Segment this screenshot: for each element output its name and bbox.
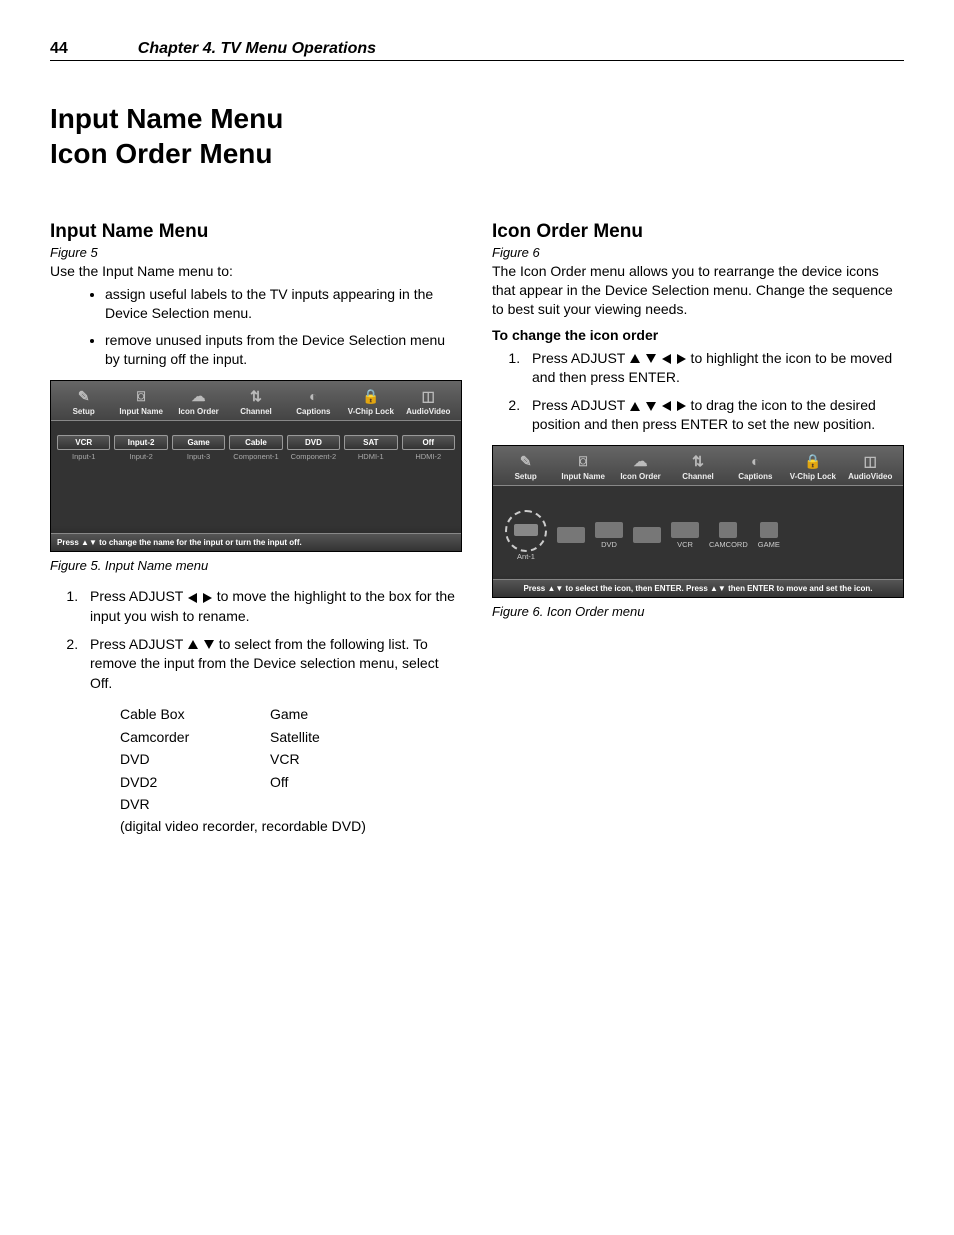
arrow-up-icon — [188, 640, 198, 649]
arrow-up-icon — [630, 354, 640, 363]
input-icon: ⌼ — [554, 452, 611, 470]
arrow-down-icon — [204, 640, 214, 649]
arrow-up-icon — [630, 402, 640, 411]
tab-icon-order: ☁Icon Order — [170, 387, 227, 416]
arrow-right-icon — [203, 593, 212, 603]
subheading: To change the icon order — [492, 327, 904, 343]
intro-text: Use the Input Name menu to: — [50, 262, 462, 281]
arrow-right-icon — [677, 401, 686, 411]
intro-text: The Icon Order menu allows you to rearra… — [492, 262, 904, 319]
channel-icon: ⇅ — [227, 387, 284, 405]
av-icon: ◫ — [842, 452, 899, 470]
tv-footer-text: Press ▲▼ to select the icon, then ENTER.… — [493, 579, 903, 597]
arrow-down-icon — [646, 402, 656, 411]
bullet-item: assign useful labels to the TV inputs ap… — [105, 285, 462, 323]
order-icon: ☁ — [612, 452, 669, 470]
av-icon: ◫ — [400, 387, 457, 405]
figure-ref: Figure 6 — [492, 245, 904, 260]
tab-channel: ⇅Channel — [227, 387, 284, 416]
tab-vchip: 🔒V-Chip Lock — [342, 387, 399, 416]
section-heading: Icon Order Menu — [492, 221, 904, 243]
arrow-left-icon — [188, 593, 197, 603]
step-1: Press ADJUST to highlight the icon to be… — [524, 349, 904, 388]
input-icon: ⌼ — [112, 387, 169, 405]
tv-footer-text: Press ▲▼ to change the name for the inpu… — [51, 533, 461, 551]
tab-icon-order: ☁Icon Order — [612, 452, 669, 481]
lock-icon: 🔒 — [784, 452, 841, 470]
selected-device: Ant-1 — [505, 510, 547, 561]
figure-ref: Figure 5 — [50, 245, 462, 260]
input-row-1: VCRInput-1 Input-2Input-2 GameInput-3 Ca… — [57, 435, 455, 461]
tab-audiovideo: ◫AudioVideo — [842, 452, 899, 481]
selection-ring-icon — [505, 510, 547, 552]
arrow-down-icon — [646, 354, 656, 363]
arrow-left-icon — [662, 401, 671, 411]
icon-order-row: Ant-1 DVD VCR CAMCORD GAME — [499, 500, 897, 571]
captions-icon: ◐ — [285, 387, 342, 405]
arrow-right-icon — [677, 354, 686, 364]
captions-icon: ◐ — [727, 452, 784, 470]
figure-caption: Figure 5. Input Name menu — [50, 558, 462, 573]
tab-channel: ⇅Channel — [669, 452, 726, 481]
channel-icon: ⇅ — [669, 452, 726, 470]
tab-setup: ✎Setup — [55, 387, 112, 416]
right-column: Icon Order Menu Figure 6 The Icon Order … — [492, 221, 904, 838]
title-line-2: Icon Order Menu — [50, 136, 904, 171]
order-icon: ☁ — [170, 387, 227, 405]
chapter-title: Chapter 4. TV Menu Operations — [138, 40, 376, 58]
page-header: 44 Chapter 4. TV Menu Operations — [50, 40, 904, 61]
tab-captions: ◐Captions — [727, 452, 784, 481]
figure-6-screenshot: ✎Setup ⌼Input Name ☁Icon Order ⇅Channel … — [492, 445, 904, 598]
arrow-left-icon — [662, 354, 671, 364]
tab-setup: ✎Setup — [497, 452, 554, 481]
title-line-1: Input Name Menu — [50, 101, 904, 136]
tab-input-name: ⌼Input Name — [112, 387, 169, 416]
step-2: Press ADJUST to select from the followin… — [82, 635, 462, 694]
page-number: 44 — [50, 40, 68, 58]
tab-audiovideo: ◫AudioVideo — [400, 387, 457, 416]
steps-list: Press ADJUST to move the highlight to th… — [50, 587, 462, 693]
tab-vchip: 🔒V-Chip Lock — [784, 452, 841, 481]
bullet-list: assign useful labels to the TV inputs ap… — [50, 285, 462, 369]
wrench-icon: ✎ — [55, 387, 112, 405]
lock-icon: 🔒 — [342, 387, 399, 405]
steps-list: Press ADJUST to highlight the icon to be… — [492, 349, 904, 435]
step-1: Press ADJUST to move the highlight to th… — [82, 587, 462, 626]
figure-caption: Figure 6. Icon Order menu — [492, 604, 904, 619]
main-title: Input Name Menu Icon Order Menu — [50, 101, 904, 171]
name-options-list: Cable BoxGame CamcorderSatellite DVDVCR … — [120, 703, 462, 837]
tab-input-name: ⌼Input Name — [554, 452, 611, 481]
step-2: Press ADJUST to drag the icon to the des… — [524, 396, 904, 435]
tv-menu-tabs: ✎Setup ⌼Input Name ☁Icon Order ⇅Channel … — [493, 446, 903, 486]
figure-5-screenshot: ✎Setup ⌼Input Name ☁Icon Order ⇅Channel … — [50, 380, 462, 552]
section-heading: Input Name Menu — [50, 221, 462, 243]
bullet-item: remove unused inputs from the Device Sel… — [105, 331, 462, 369]
tab-captions: ◐Captions — [285, 387, 342, 416]
tv-menu-tabs: ✎Setup ⌼Input Name ☁Icon Order ⇅Channel … — [51, 381, 461, 421]
left-column: Input Name Menu Figure 5 Use the Input N… — [50, 221, 462, 838]
wrench-icon: ✎ — [497, 452, 554, 470]
